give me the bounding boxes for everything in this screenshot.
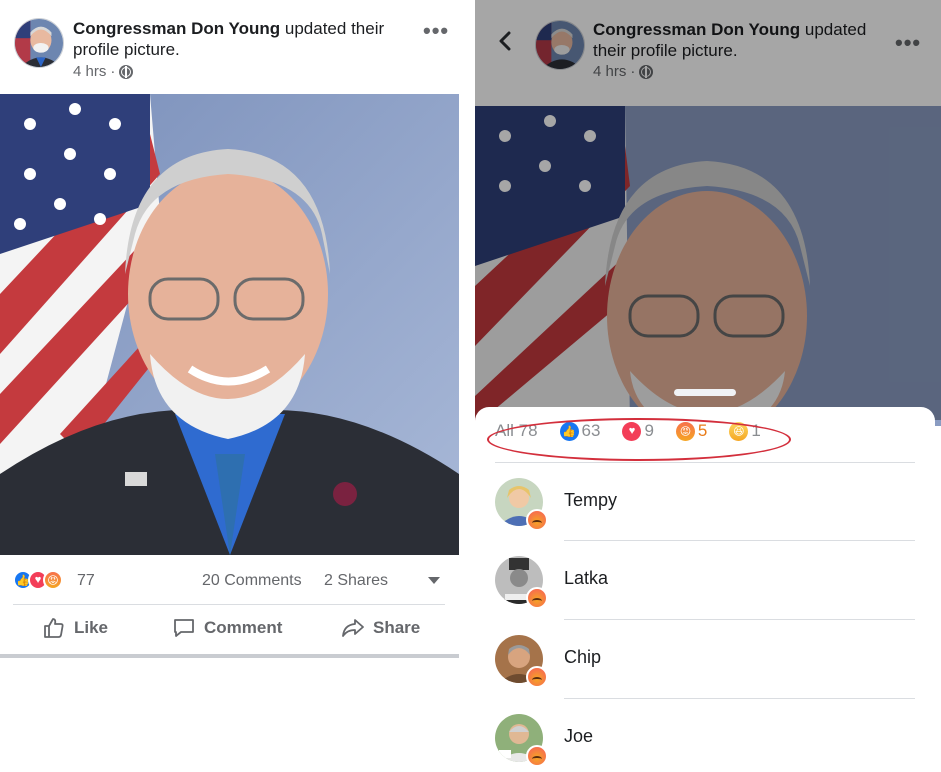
profile-photo-image — [0, 94, 459, 555]
reactor-name: Latka — [564, 568, 609, 588]
angry-icon: 😡 — [43, 570, 63, 590]
chevron-down-icon[interactable] — [428, 577, 440, 584]
divider — [13, 604, 445, 605]
more-options-button[interactable]: ••• — [423, 20, 449, 42]
post-meta: 4 hrs · — [73, 63, 134, 80]
reactions-view: Congressman Don Young updated their prof… — [475, 0, 941, 772]
like-button[interactable]: Like — [42, 616, 108, 640]
reactor-row[interactable]: Chip — [495, 635, 935, 695]
author-avatar[interactable] — [14, 18, 64, 68]
comment-icon — [174, 619, 194, 637]
post-action-line2: profile picture. — [73, 40, 180, 59]
divider — [564, 698, 915, 699]
post-actions: Like Comment Share — [0, 608, 459, 652]
divider — [564, 540, 915, 541]
like-label: Like — [74, 618, 109, 637]
angry-icon — [526, 666, 548, 688]
comments-count[interactable]: 20 Comments — [202, 572, 302, 590]
comment-button[interactable]: Comment — [172, 616, 282, 640]
post-action: updated their — [280, 19, 385, 38]
profile-photo[interactable] — [0, 94, 459, 555]
author-name[interactable]: Congressman Don Young — [73, 19, 280, 38]
post-time[interactable]: 4 hrs — [73, 63, 106, 80]
back-arrow-icon[interactable] — [495, 30, 517, 52]
sheet-grabber[interactable] — [674, 389, 736, 396]
thumbs-up-icon — [44, 618, 64, 638]
reactor-row[interactable]: Tempy — [495, 478, 935, 538]
post-title: Congressman Don Young updated their prof… — [73, 18, 413, 60]
reaction-summary[interactable]: 👍 ♥ 😡 — [13, 570, 63, 590]
reactor-name: Joe — [564, 726, 594, 746]
angry-icon — [526, 509, 548, 531]
shares-count[interactable]: 2 Shares — [324, 572, 388, 590]
globe-icon — [119, 64, 134, 79]
modal-overlay[interactable] — [475, 0, 941, 420]
share-icon — [342, 619, 364, 637]
section-separator — [0, 654, 459, 658]
reactor-name: Tempy — [564, 490, 618, 510]
reactor-row[interactable]: Joe — [495, 714, 935, 772]
reactor-row[interactable]: Latka — [495, 556, 935, 616]
share-button[interactable]: Share — [341, 616, 420, 640]
divider — [564, 619, 915, 620]
divider — [495, 462, 915, 463]
annotation-highlight — [487, 418, 791, 461]
comment-label: Comment — [204, 618, 283, 637]
reactor-name: Chip — [564, 647, 602, 667]
angry-icon — [526, 587, 548, 609]
post-stats: 👍 ♥ 😡 77 20 Comments 2 Shares — [0, 560, 459, 604]
reaction-count[interactable]: 77 — [77, 572, 95, 590]
share-label: Share — [373, 618, 421, 637]
angry-icon — [526, 745, 548, 767]
post-header: Congressman Don Young updated their prof… — [0, 0, 459, 94]
meta-separator: · — [110, 63, 116, 80]
post-view: Congressman Don Young updated their prof… — [0, 0, 459, 772]
